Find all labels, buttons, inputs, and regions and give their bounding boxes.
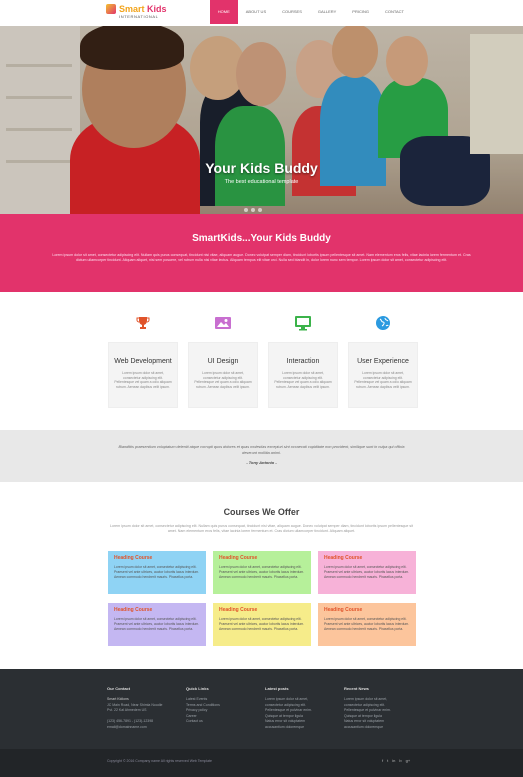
course-card[interactable]: Heading Course Lorem ipsum dolor sit ame… [213,603,311,646]
service-card: Web Development Lorem ipsum dolor sit am… [108,314,178,410]
service-card: Interaction Lorem ipsum dolor sit amet, … [268,314,338,410]
nav-pricing[interactable]: Pricing [344,0,377,24]
course-text: Lorem ipsum dolor sit amet, consectetur … [324,617,410,631]
footer-news: Recent News Lorem ipsum dolor sit amet, … [344,686,418,731]
social-links: f t in b g+ [382,758,410,763]
footer-post[interactable]: accusantium doloremque [265,725,339,731]
logo-mark-icon [106,4,116,14]
course-text: Lorem ipsum dolor sit amet, consectetur … [114,617,200,631]
course-title: Heading Course [114,555,153,561]
testimonial-text: Blandittis praesentium voluptatum deleni… [118,445,405,455]
service-title: User Experience [357,358,409,365]
monitor-icon [294,314,312,332]
footer-bottom-bar: Copyright © 2016 Company name All rights… [0,749,523,777]
footer-news-item[interactable]: accusantium doloremque [344,725,418,731]
footer-news-title: Recent News [344,686,369,691]
testimonial: Blandittis praesentium voluptatum deleni… [0,430,523,482]
site-header: Smart Kids INTERNATIONAL Home About Us C… [0,0,523,26]
slider-dot[interactable] [258,208,262,212]
image-icon [214,314,232,332]
facebook-icon[interactable]: f [382,758,383,763]
twitter-icon[interactable]: t [387,758,388,763]
service-card: UI Design Lorem ipsum dolor sit amet, co… [188,314,258,410]
globe-icon [374,314,392,332]
course-card[interactable]: Heading Course Lorem ipsum dolor sit ame… [108,551,206,594]
linkedin-icon[interactable]: in [392,758,395,763]
footer-contact-title: Our Contact [107,686,131,691]
trophy-icon [134,314,152,332]
footer-contact: Our Contact Smart Kidions JC Main Road, … [107,686,181,731]
logo-subtitle: INTERNATIONAL [119,14,159,19]
hero-subtitle: The best educational template [224,179,299,185]
slider-dot[interactable] [244,208,248,212]
site-footer: Our Contact Smart Kidions JC Main Road, … [0,669,523,749]
hero-slider: Your Kids Buddy The best educational tem… [0,26,523,214]
footer-posts: Latest posts Lorem ipsum dolor sit amet,… [265,686,339,731]
course-title: Heading Course [114,607,153,613]
slider-dot[interactable] [251,208,255,212]
hero-title: Your Kids Buddy [205,160,318,176]
nav-gallery[interactable]: Gallery [310,0,344,24]
testimonial-author: - Tony Antonio - [246,460,277,465]
intro-text: Lorem ipsum dolor sit amet, consectetur … [52,253,471,262]
slider-dots [244,208,262,212]
intro-title: SmartKids...Your Kids Buddy [192,233,331,244]
course-text: Lorem ipsum dolor sit amet, consectetur … [219,565,305,579]
service-title: Interaction [286,358,320,365]
service-card: User Experience Lorem ipsum dolor sit am… [348,314,418,410]
footer-posts-title: Latest posts [265,686,289,691]
service-title: UI Design [207,358,239,365]
course-text: Lorem ipsum dolor sit amet, consectetur … [324,565,410,579]
course-title: Heading Course [219,555,258,561]
course-title: Heading Course [324,555,363,561]
nav-courses[interactable]: Courses [274,0,310,24]
footer-links-title: Quick Links [186,686,209,691]
service-text: Lorem ipsum dolor sit amet, consectetur … [274,371,332,389]
course-text: Lorem ipsum dolor sit amet, consectetur … [114,565,200,579]
course-card[interactable]: Heading Course Lorem ipsum dolor sit ame… [318,551,416,594]
course-title: Heading Course [324,607,363,613]
copyright-text: Copyright © 2016 Company name All rights… [107,759,212,763]
site-logo[interactable]: Smart Kids INTERNATIONAL [106,3,167,19]
footer-contact-email[interactable]: email@domainname.com [107,725,181,731]
intro-band: SmartKids...Your Kids Buddy Lorem ipsum … [0,214,523,292]
service-title: Web Development [114,358,172,365]
footer-links: Quick Links Latest Events Terms and Cond… [186,686,260,725]
course-card[interactable]: Heading Course Lorem ipsum dolor sit ame… [213,551,311,594]
courses-title: Courses We Offer [223,507,300,517]
service-text: Lorem ipsum dolor sit amet, consectetur … [194,371,252,389]
course-card[interactable]: Heading Course Lorem ipsum dolor sit ame… [108,603,206,646]
courses-intro: Lorem ipsum dolor sit amet, consectetur … [109,524,414,533]
nav-contact[interactable]: Contact [377,0,412,24]
service-text: Lorem ipsum dolor sit amet, consectetur … [114,371,172,389]
page: Smart Kids INTERNATIONAL Home About Us C… [0,0,523,777]
course-title: Heading Course [219,607,258,613]
service-text: Lorem ipsum dolor sit amet, consectetur … [354,371,412,389]
course-card[interactable]: Heading Course Lorem ipsum dolor sit ame… [318,603,416,646]
footer-link[interactable]: Contact us [186,719,260,725]
logo-word-2: Kids [147,3,167,14]
services-section: Web Development Lorem ipsum dolor sit am… [108,314,418,410]
nav-home[interactable]: Home [209,0,238,24]
blog-icon[interactable]: b [399,758,401,763]
logo-word-1: Smart [119,3,145,14]
nav-about[interactable]: About Us [238,0,274,24]
main-nav: Home About Us Courses Gallery Pricing Co… [209,0,412,24]
google-plus-icon[interactable]: g+ [406,758,411,763]
course-text: Lorem ipsum dolor sit amet, consectetur … [219,617,305,631]
